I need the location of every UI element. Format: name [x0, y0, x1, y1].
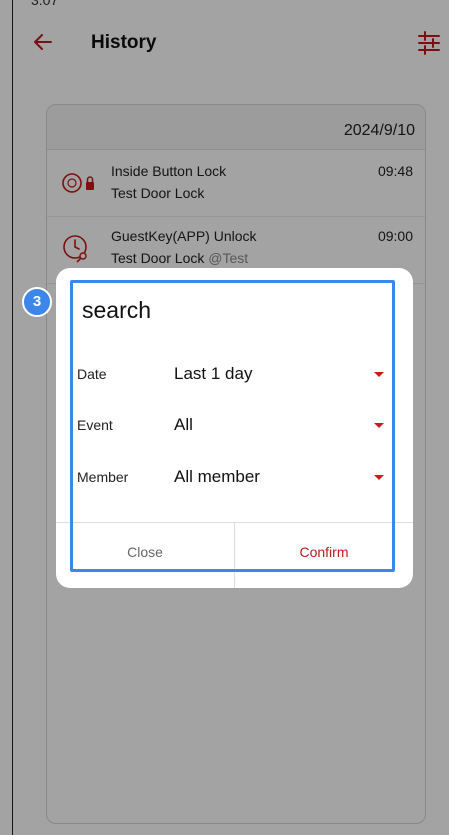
step-badge: 3	[22, 287, 52, 317]
highlight-box	[70, 280, 395, 572]
